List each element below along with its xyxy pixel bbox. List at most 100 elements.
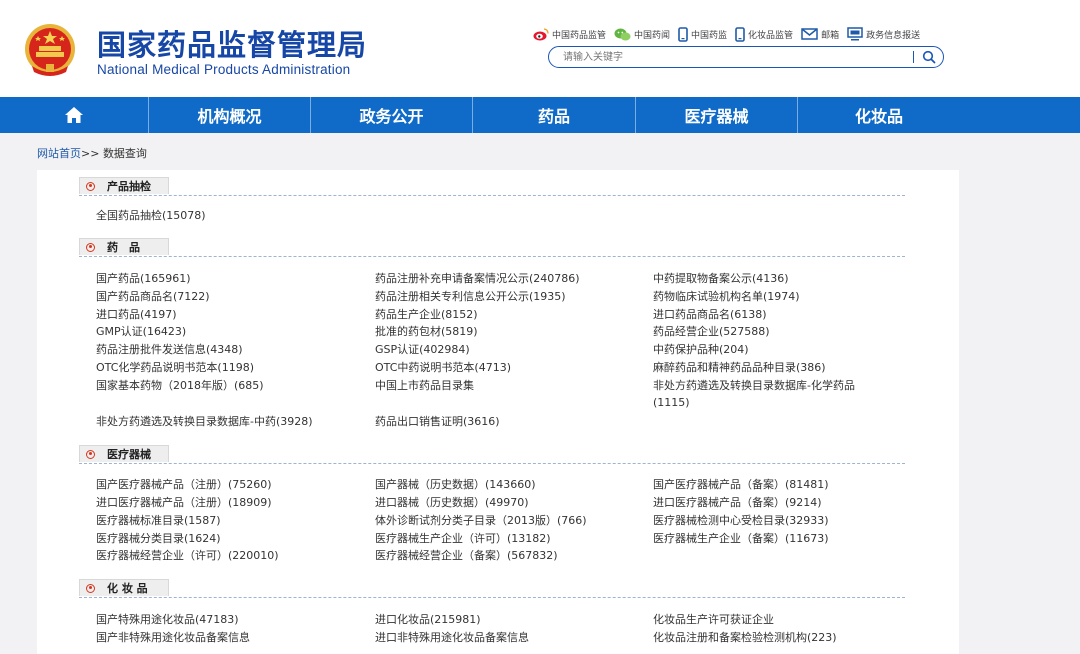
list-item[interactable]: GMP认证(16423) [96,325,186,339]
top-link-app-1[interactable]: 中国药监 [678,26,728,42]
list-item[interactable]: 非处方药遴选及转换目录数据库-化学药品(1115) [653,377,885,411]
list-item[interactable]: OTC化学药品说明书范本(1198) [96,361,254,375]
top-link-weibo[interactable]: 中国药品监管 [533,27,607,41]
nav-cosmetics[interactable]: 化妆品 [798,97,1080,133]
list-item[interactable]: 国产医疗器械产品（备案）(81481) [653,478,829,492]
section-tab: 药 品 [79,238,169,255]
list-item[interactable]: 进口化妆品(215981) [375,613,481,627]
top-link-label: 邮箱 [821,30,840,41]
nav-government-affairs[interactable]: 政务公开 [311,97,473,133]
list-item[interactable]: 麻醉药品和精神药品品种目录(386) [653,361,826,375]
section-header-cosmetics: 化 妆 品 [79,579,905,598]
list-item[interactable]: 化妆品生产许可获证企业 [653,613,774,627]
bullet-icon [86,449,95,459]
list-item[interactable]: 国产药品商品名(7122) [96,290,210,304]
section-title: 药 品 [107,241,140,254]
list-item[interactable]: 药品注册批件发送信息(4348) [96,343,243,357]
section-title: 化 妆 品 [107,582,148,595]
nav-drugs[interactable]: 药品 [473,97,636,133]
nav-institution-overview[interactable]: 机构概况 [149,97,311,133]
search-box [548,46,944,68]
list-item[interactable]: 中药保护品种(204) [653,343,749,357]
list-item[interactable]: 医疗器械生产企业（备案）(11673) [653,532,829,546]
top-link-label: 化妆品监管 [748,30,794,41]
breadcrumb-home-link[interactable]: 网站首页 [37,147,81,160]
site-header: 国家药品监督管理局 National Medical Products Admi… [0,0,1080,97]
site-title: 国家药品监督管理局 [97,28,368,62]
list-item[interactable]: 药物临床试验机构名单(1974) [653,290,800,304]
mail-icon [801,28,818,40]
list-item[interactable]: 医疗器械经营企业（许可）(220010) [96,549,279,563]
list-item[interactable]: 国产非特殊用途化妆品备案信息 [96,631,250,645]
data-query-panel: 产品抽检 全国药品抽检(15078) 药 品 国产药品(165961) 国产药品… [37,170,959,654]
breadcrumb-current: 数据查询 [102,147,147,160]
list-item[interactable]: 国产器械（历史数据）(143660) [375,478,536,492]
list-item[interactable]: 医疗器械生产企业（许可）(13182) [375,532,551,546]
search-input[interactable] [563,50,903,64]
monitor-icon [847,27,863,41]
bullet-icon [86,583,95,593]
list-item[interactable]: 医疗器械分类目录(1624) [96,532,221,546]
list-item[interactable]: 进口药品商品名(6138) [653,308,767,322]
top-link-report[interactable]: 政务信息报送 [847,27,920,41]
mobile-icon [678,26,688,42]
list-item[interactable]: 非处方药遴选及转换目录数据库-中药(3928) [96,415,313,429]
list-item[interactable]: 药品生产企业(8152) [375,308,478,322]
list-item[interactable]: 中药提取物备案公示(4136) [653,272,789,286]
section-header-sampling: 产品抽检 [79,177,905,196]
list-item[interactable]: 进口药品(4197) [96,308,177,322]
list-item[interactable]: GSP认证(402984) [375,343,470,357]
breadcrumb: 网站首页>> 数据查询 [37,145,147,161]
weibo-icon [533,27,549,40]
section-header-medical-devices: 医疗器械 [79,445,905,464]
list-item[interactable]: OTC中药说明书范本(4713) [375,361,511,375]
home-icon [65,107,83,123]
list-item[interactable]: 化妆品注册和备案检验检测机构(223) [653,631,837,645]
top-link-label: 政务信息报送 [866,30,921,41]
section-tab: 医疗器械 [79,445,169,462]
list-item[interactable]: 进口非特殊用途化妆品备案信息 [375,631,529,645]
breadcrumb-separator: >> [81,147,100,160]
section-header-drugs: 药 品 [79,238,905,257]
top-link-label: 中国药品监管 [552,30,607,41]
list-item[interactable]: 国家基本药物（2018年版）(685) [96,379,264,393]
list-item[interactable]: 批准的药包材(5819) [375,325,478,339]
section-tab: 产品抽检 [79,177,169,194]
site-subtitle: National Medical Products Administration [97,62,351,77]
nav-home[interactable] [0,97,149,133]
bullet-icon [86,181,95,191]
section-tab: 化 妆 品 [79,579,169,596]
list-item[interactable]: 药品注册补充申请备案情况公示(240786) [375,272,580,286]
section-title: 产品抽检 [107,180,151,193]
national-emblem-icon [25,24,75,76]
list-item[interactable]: 国产药品(165961) [96,272,191,286]
list-item[interactable]: 医疗器械标准目录(1587) [96,514,221,528]
list-item[interactable]: 中国上市药品目录集 [375,379,474,393]
top-link-wechat[interactable]: 中国药闻 [614,28,670,41]
list-item[interactable]: 药品经营企业(527588) [653,325,770,339]
top-link-label: 中国药闻 [634,30,671,41]
wechat-icon [614,28,631,40]
top-link-app-2[interactable]: 化妆品监管 [735,26,794,42]
bullet-icon [86,242,95,252]
mobile-icon [735,26,745,42]
top-link-mail[interactable]: 邮箱 [801,28,839,41]
list-item[interactable]: 医疗器械检测中心受检目录(32933) [653,514,829,528]
top-links: 中国药品监管 中国药闻 中国药监 化妆品监管 邮箱 政务信息报送 [533,25,928,43]
list-item[interactable]: 体外诊断试剂分类子目录（2013版）(766) [375,514,587,528]
search-divider [913,51,914,63]
search-icon[interactable] [921,49,937,65]
list-item[interactable]: 药品出口销售证明(3616) [375,415,500,429]
list-item[interactable]: 全国药品抽检(15078) [96,209,206,223]
list-item[interactable]: 进口医疗器械产品（备案）(9214) [653,496,822,510]
list-item[interactable]: 医疗器械经营企业（备案）(567832) [375,549,558,563]
list-item[interactable]: 进口医疗器械产品（注册）(18909) [96,496,272,510]
list-item[interactable]: 进口器械（历史数据）(49970) [375,496,529,510]
section-title: 医疗器械 [107,448,151,461]
list-item[interactable]: 药品注册相关专利信息公开公示(1935) [375,290,566,304]
main-nav: 机构概况 政务公开 药品 医疗器械 化妆品 [0,97,1080,133]
list-item[interactable]: 国产医疗器械产品（注册）(75260) [96,478,272,492]
nav-medical-devices[interactable]: 医疗器械 [636,97,798,133]
top-link-label: 中国药监 [691,30,728,41]
list-item[interactable]: 国产特殊用途化妆品(47183) [96,613,239,627]
